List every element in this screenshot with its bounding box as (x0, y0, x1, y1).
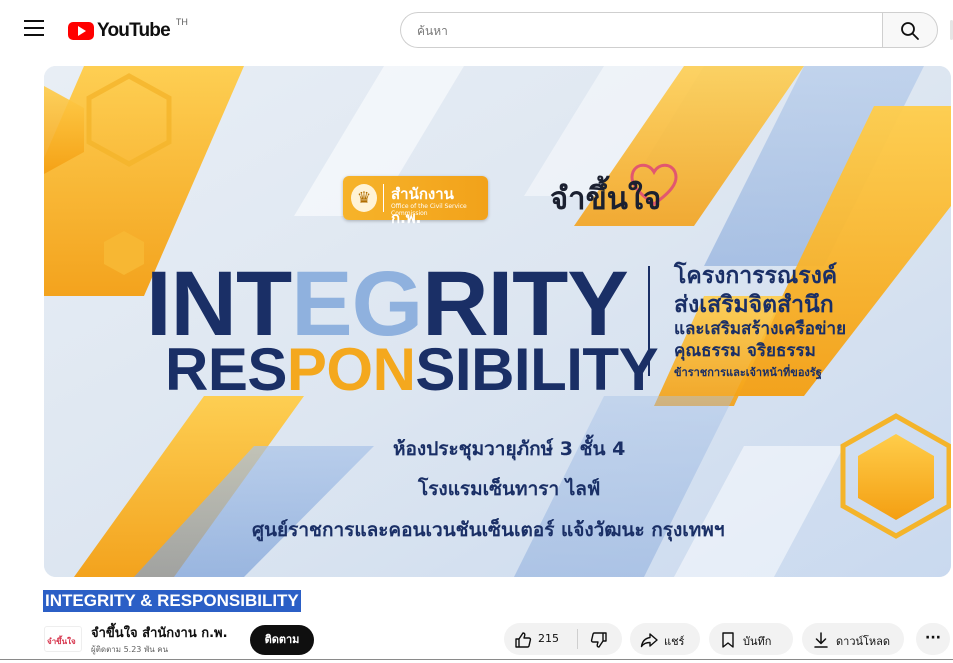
search-box (400, 12, 882, 48)
more-actions-button[interactable]: ··· (916, 623, 950, 655)
project-line-4: คุณธรรม จริยธรรม (674, 341, 816, 361)
bookmark-icon (722, 632, 734, 648)
org-badge-subtitle: Office of the Civil Service Commission (391, 203, 467, 217)
download-button[interactable]: ดาวน์โหลด (802, 623, 904, 655)
search-button[interactable] (882, 12, 938, 48)
venue-line-3: ศูนย์ราชการและคอนเวนชันเซ็นเตอร์ แจ้งวัฒ… (252, 519, 725, 541)
channel-avatar-text: จำขึ้นใจ (47, 637, 76, 646)
channel-avatar[interactable]: จำขึ้นใจ (44, 626, 82, 652)
subscribe-button[interactable]: ติดตาม (250, 625, 314, 655)
like-icon[interactable] (514, 631, 532, 649)
like-dislike-group: 215 (504, 623, 622, 655)
campaign-brand: จำขึ้นใจ (550, 181, 662, 217)
org-logo-badge: ♛ สำนักงาน ก.พ. Office of the Civil Serv… (343, 176, 488, 227)
logo-text: YouTube (97, 20, 171, 41)
share-button[interactable]: แชร์ (630, 623, 700, 655)
youtube-logo[interactable]: YouTube TH (68, 17, 188, 42)
download-label: ดาวน์โหลด (836, 635, 891, 648)
like-separator (577, 629, 578, 649)
channel-name[interactable]: จำขึ้นใจ สำนักงาน ก.พ. (91, 622, 228, 643)
save-button[interactable]: บันทึก (709, 623, 793, 655)
save-label: บันทึก (743, 635, 772, 648)
bottom-divider (0, 659, 953, 660)
like-count[interactable]: 215 (538, 632, 559, 645)
headline-divider (648, 266, 650, 376)
headline-responsibility-part-2: PON (286, 336, 416, 403)
share-label: แชร์ (664, 635, 685, 648)
video-player[interactable]: ♛ สำนักงาน ก.พ. Office of the Civil Serv… (44, 66, 951, 577)
headline-responsibility-part-3: SIBILITY (415, 336, 659, 403)
headline-responsibility: RESPONSIBILITY (165, 340, 659, 400)
masthead: YouTube TH (0, 0, 953, 60)
more-icon: ··· (925, 630, 941, 646)
headline-responsibility-part-1: RES (165, 336, 287, 403)
emblem-icon: ♛ (351, 184, 377, 212)
venue-line-2: โรงแรมเซ็นทารา ไลฟ์ (418, 478, 601, 500)
download-icon (814, 632, 828, 648)
share-icon (640, 633, 658, 648)
search-icon (901, 22, 919, 40)
video-title: INTEGRITY & RESPONSIBILITY (43, 590, 301, 612)
badge-divider (383, 184, 384, 212)
menu-icon[interactable] (24, 20, 44, 40)
search-input[interactable] (415, 20, 859, 42)
subscriber-count: ผู้ติดตาม 5.23 พัน คน (91, 645, 169, 654)
project-line-5: ข้าราชการและเจ้าหน้าที่ของรัฐ (674, 366, 822, 379)
venue-line-1: ห้องประชุมวายุภักษ์ 3 ชั้น 4 (393, 438, 626, 460)
play-logo-icon (68, 22, 94, 40)
dislike-icon[interactable] (590, 631, 608, 649)
region-code: TH (175, 17, 188, 27)
